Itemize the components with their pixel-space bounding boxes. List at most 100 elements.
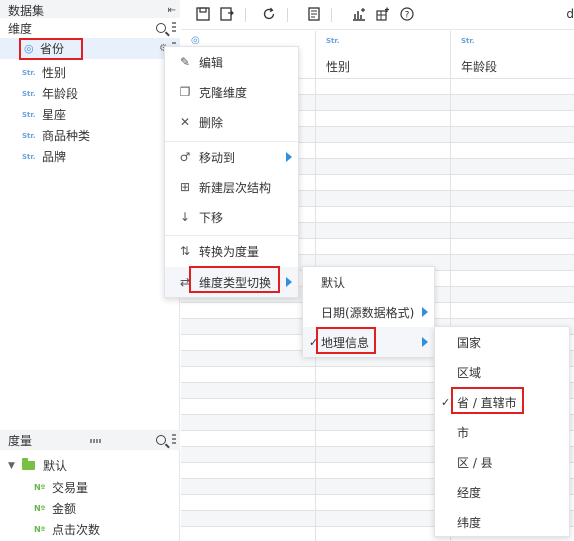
geo-role-submenu: 国家 区域 ✓ 省 / 直辖市 市 区 / 县 经度 纬度: [434, 326, 570, 537]
menu-item-convert-to-measure[interactable]: ⇅ 转换为度量: [165, 236, 298, 266]
help-icon[interactable]: ?: [399, 6, 415, 22]
type-option-geo[interactable]: ✓ 地理信息: [303, 327, 434, 357]
geo-option-longitude[interactable]: 经度: [435, 477, 569, 507]
menu-item-move-to[interactable]: ♂ 移动到: [165, 142, 298, 172]
menu-item-switch-dimension-type[interactable]: ⇄ 维度类型切换: [165, 267, 298, 297]
menu-item-clone-dimension[interactable]: ❐ 克隆维度: [165, 77, 298, 107]
dimension-title: 维度: [8, 21, 33, 36]
menu-item-label: 下移: [199, 210, 224, 225]
dimension-label: 年龄段: [42, 87, 79, 101]
dimension-item-constellation[interactable]: Str. 星座: [0, 104, 180, 125]
menu-item-label: 克隆维度: [199, 85, 248, 100]
add-chart-icon[interactable]: [351, 6, 367, 22]
folder-label: 默认: [43, 459, 68, 473]
save-icon[interactable]: [195, 6, 211, 22]
dimension-label: 星座: [42, 108, 67, 122]
close-icon: ✕: [179, 115, 191, 129]
dimension-label: 性别: [42, 66, 67, 80]
column-header[interactable]: Str. 年龄段: [451, 31, 574, 79]
menu-item-label: 区域: [457, 365, 482, 380]
string-type-icon: Str.: [22, 89, 36, 98]
arrow-down-icon: ↓: [179, 210, 191, 224]
save-as-icon[interactable]: [219, 6, 235, 22]
toolbar-truncated-text: d: [566, 7, 574, 21]
search-icon[interactable]: [156, 23, 166, 33]
submenu-arrow-icon: [422, 307, 428, 317]
location-pin-icon: ◎: [24, 42, 34, 55]
menu-item-new-hierarchy[interactable]: ⊞ 新建层次结构: [165, 172, 298, 202]
menu-item-label: 维度类型切换: [199, 275, 272, 290]
refresh-icon[interactable]: [261, 6, 277, 22]
menu-item-label: 新建层次结构: [199, 180, 272, 195]
dimension-item-age-group[interactable]: Str. 年龄段: [0, 83, 180, 104]
column-header[interactable]: Str. 性别: [316, 31, 450, 79]
geo-option-city[interactable]: 市: [435, 417, 569, 447]
geo-option-region[interactable]: 区域: [435, 357, 569, 387]
move-icon: ♂: [179, 150, 191, 164]
switch-icon: ⇄: [179, 275, 191, 289]
geo-option-latitude[interactable]: 纬度: [435, 507, 569, 537]
clone-icon: ❐: [179, 85, 191, 99]
number-type-icon: Nº: [34, 525, 46, 534]
collapse-icon[interactable]: ⇤: [168, 5, 176, 16]
measure-title: 度量: [8, 433, 33, 448]
measure-label: 交易量: [52, 481, 89, 495]
menu-item-move-down[interactable]: ↓ 下移: [165, 202, 298, 232]
measure-folder-default[interactable]: ▼ 默认: [0, 455, 180, 476]
dimension-label: 商品种类: [42, 129, 91, 143]
string-type-icon: Str.: [326, 37, 340, 45]
dimension-item-brand[interactable]: Str. 品牌: [0, 146, 180, 167]
menu-item-label: 转换为度量: [199, 244, 260, 259]
geo-option-district[interactable]: 区 / 县: [435, 447, 569, 477]
measure-item-clicks[interactable]: Nº 点击次数: [0, 519, 180, 540]
dataset-header: 数据集 ⇤: [0, 0, 180, 20]
menu-item-delete[interactable]: ✕ 删除: [165, 107, 298, 137]
menu-item-label: 区 / 县: [457, 455, 493, 470]
menu-item-label: 市: [457, 425, 470, 440]
dimension-item-gender[interactable]: Str. 性别: [0, 62, 180, 83]
hierarchy-icon: ⊞: [179, 180, 191, 194]
dimension-type-submenu: 默认 日期(源数据格式) ✓ 地理信息: [302, 266, 435, 357]
measure-item-volume[interactable]: Nº 交易量: [0, 477, 180, 498]
folder-icon: [22, 458, 35, 470]
menu-item-edit[interactable]: ✎ 编辑: [165, 47, 298, 77]
export-icon[interactable]: [307, 6, 323, 22]
number-type-icon: Nº: [34, 483, 46, 492]
type-option-default[interactable]: 默认: [303, 267, 434, 297]
geo-option-country[interactable]: 国家: [435, 327, 569, 357]
menu-item-label: 默认: [321, 275, 346, 290]
string-type-icon: Str.: [22, 152, 36, 161]
geo-option-province[interactable]: ✓ 省 / 直辖市: [435, 387, 569, 417]
search-icon[interactable]: [156, 435, 166, 445]
drag-handle-icon[interactable]: [172, 22, 176, 34]
column-name: 性别: [326, 60, 351, 74]
type-option-date[interactable]: 日期(源数据格式): [303, 297, 434, 327]
data-panel: 数据集 ⇤ 维度 ◎ 省份 ⚙ Str. 性别 Str. 年龄段 Str. 星座…: [0, 0, 180, 541]
string-type-icon: Str.: [22, 110, 36, 119]
menu-item-label: 删除: [199, 115, 224, 130]
measure-item-amount[interactable]: Nº 金额: [0, 498, 180, 519]
submenu-arrow-icon: [422, 337, 428, 347]
string-type-icon: Str.: [461, 37, 475, 45]
measure-label: 金额: [52, 502, 77, 516]
dataset-title: 数据集: [8, 3, 45, 18]
checkmark-icon: ✓: [441, 395, 451, 409]
add-table-icon[interactable]: [375, 6, 391, 22]
menu-item-label: 经度: [457, 485, 482, 500]
drag-handle-icon[interactable]: [172, 434, 176, 446]
toolbar: ? d: [181, 0, 574, 30]
column-name: 年龄段: [461, 60, 498, 74]
pencil-icon: ✎: [179, 55, 191, 69]
menu-item-label: 省 / 直辖市: [457, 395, 517, 410]
submenu-arrow-icon: [286, 152, 292, 162]
menu-item-label: 编辑: [199, 55, 224, 70]
chevron-down-icon[interactable]: ▼: [8, 461, 18, 471]
menu-item-label: 移动到: [199, 150, 236, 165]
dimension-context-menu: ✎ 编辑 ❐ 克隆维度 ✕ 删除 ♂ 移动到 ⊞ 新建层次结构 ↓ 下移 ⇅ 转…: [164, 46, 299, 298]
dimension-item-province[interactable]: ◎ 省份 ⚙: [0, 38, 180, 59]
dimension-header: 维度: [0, 18, 180, 38]
drag-handle-icon[interactable]: [90, 439, 102, 443]
dimension-label: 省份: [40, 42, 65, 56]
dimension-item-product-category[interactable]: Str. 商品种类: [0, 125, 180, 146]
submenu-arrow-icon: [286, 277, 292, 287]
